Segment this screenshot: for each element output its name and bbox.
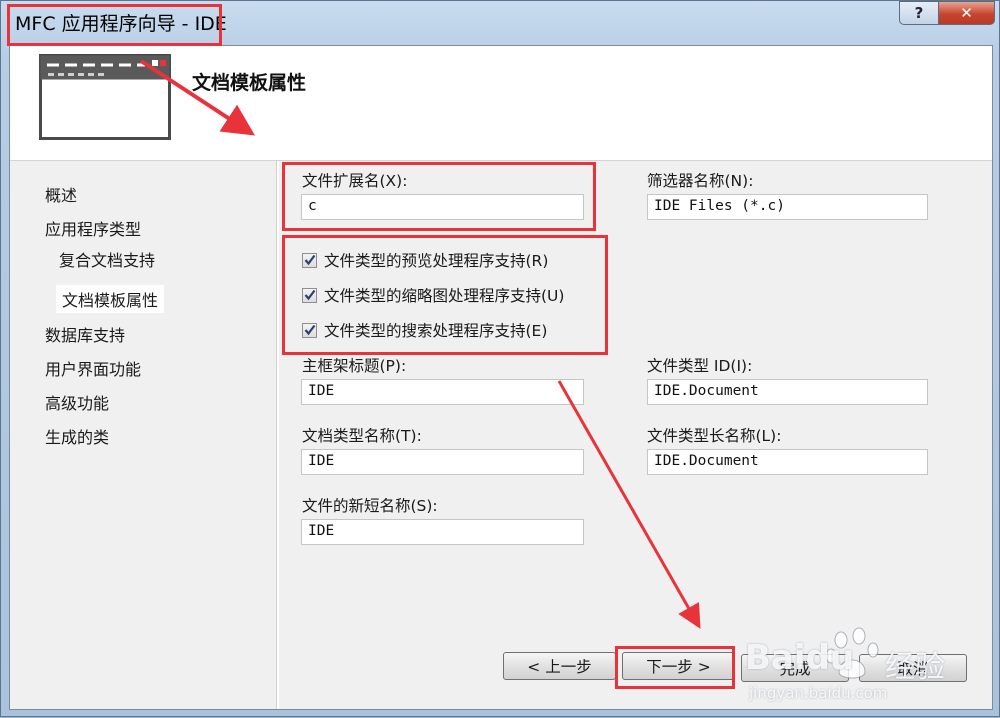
filetype-long-input[interactable]: IDE.Document [647,449,928,475]
annotation-box-extension [282,162,596,231]
nav-item-overview[interactable]: 概述 [45,182,77,206]
caption-buttons: ? ✕ [899,1,995,25]
close-icon: ✕ [960,4,973,22]
wizard-header: 文档模板属性 [10,46,992,160]
dialog-window: MFC 应用程序向导 - IDE ? ✕ 文档模板属性 概述 应用程序类型 复合… [0,0,1000,717]
filetype-long-label: 文件类型长名称(L): [647,427,782,445]
doctype-name-input[interactable]: IDE [301,449,584,475]
filter-input[interactable]: IDE Files (*.c) [647,194,928,220]
nav-item-generated-classes[interactable]: 生成的类 [45,424,109,448]
wizard-nav: 概述 应用程序类型 复合文档支持 文档模板属性 数据库支持 用户界面功能 高级功… [10,161,276,709]
main-frame-input[interactable]: IDE [301,379,584,405]
finish-button[interactable]: 完成 [741,654,849,682]
nav-item-ui-features[interactable]: 用户界面功能 [45,356,141,380]
filter-label: 筛选器名称(N): [647,172,754,190]
filetype-id-label: 文件类型 ID(I): [647,357,753,375]
nav-item-doc-template[interactable]: 文档模板属性 [56,285,165,313]
annotation-box-next [615,646,735,689]
nav-item-advanced[interactable]: 高级功能 [45,390,109,414]
nav-divider [276,161,279,709]
prev-button[interactable]: < 上一步 [503,652,616,680]
filetype-id-input[interactable]: IDE.Document [647,379,928,405]
doctype-name-label: 文档类型名称(T): [302,427,422,445]
annotation-box-checkboxes [282,235,608,355]
nav-item-database[interactable]: 数据库支持 [45,322,125,346]
annotation-box-title [7,4,222,46]
dialog-client: 文档模板属性 概述 应用程序类型 复合文档支持 文档模板属性 数据库支持 用户界… [9,45,993,710]
short-name-label: 文件的新短名称(S): [302,497,438,515]
short-name-input[interactable]: IDE [301,519,584,545]
help-button[interactable]: ? [899,1,939,25]
nav-item-app-type[interactable]: 应用程序类型 [45,216,141,240]
main-frame-label: 主框架标题(P): [302,357,407,375]
close-button[interactable]: ✕ [939,1,995,25]
cancel-button[interactable]: 取消 [859,654,967,682]
nav-item-compound-doc[interactable]: 复合文档支持 [59,247,155,271]
window-template-icon [39,54,171,140]
page-title: 文档模板属性 [192,72,307,94]
